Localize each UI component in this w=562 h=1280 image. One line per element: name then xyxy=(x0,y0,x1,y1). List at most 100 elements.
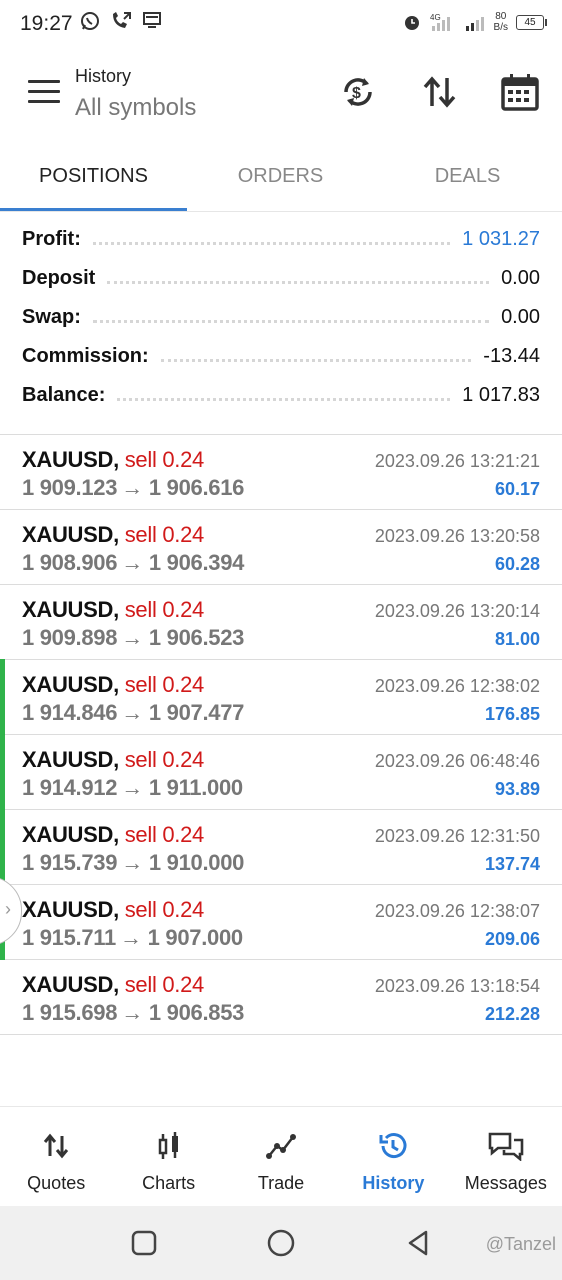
deal-symbol: XAUUSD, sell 0.24 xyxy=(22,597,204,623)
deal-side: sell 0.24 xyxy=(124,747,205,772)
tab-deals[interactable]: DEALS xyxy=(374,150,561,212)
deal-list: XAUUSD, sell 0.24 1 909.123 → 1 906.616 2023… xyxy=(0,435,562,1035)
nav-trade[interactable]: Trade xyxy=(225,1107,337,1207)
deal-profit: 60.17 xyxy=(494,479,540,499)
swap-value: 0.00 xyxy=(501,306,540,328)
symbol-name: XAUUSD, xyxy=(22,897,119,922)
deal-row[interactable]: XAUUSD, sell 0.24 1 909.898 → 1 906.523 2023… xyxy=(0,585,562,660)
commission-label: Commission: xyxy=(22,345,149,367)
nav-messages[interactable]: Messages xyxy=(450,1107,562,1207)
deal-prices: 1 909.123 → 1 906.616 xyxy=(22,475,244,501)
close-price: 1 910.000 xyxy=(148,850,245,875)
deal-profit: 137.74 xyxy=(484,854,540,874)
deal-prices: 1 914.846 → 1 907.477 xyxy=(22,700,244,726)
home-icon[interactable] xyxy=(266,1228,296,1258)
signal-icon: 4G xyxy=(430,13,450,31)
nav-charts[interactable]: Charts xyxy=(112,1107,224,1207)
status-time: 19:27 xyxy=(20,12,73,35)
deal-profit: 212.28 xyxy=(484,1004,540,1024)
open-price: 1 908.906 xyxy=(22,550,118,575)
tab-positions[interactable]: POSITIONS xyxy=(0,150,187,212)
arrow-right-icon: → xyxy=(121,700,143,725)
deal-time: 2023.09.26 12:31:50 xyxy=(374,826,540,846)
open-price: 1 914.912 xyxy=(22,775,118,800)
deal-time: 2023.09.26 12:38:02 xyxy=(374,676,540,696)
open-price: 1 915.711 xyxy=(22,925,116,950)
deal-row[interactable]: XAUUSD, sell 0.24 1 915.698 → 1 906.853 2023… xyxy=(0,960,562,1035)
deal-prices: 1 915.739 → 1 910.000 xyxy=(22,850,244,876)
deal-symbol: XAUUSD, sell 0.24 xyxy=(22,897,204,923)
whatsapp-icon xyxy=(81,12,99,30)
swap-label: Swap: xyxy=(22,306,81,328)
close-price: 1 906.853 xyxy=(148,1000,245,1025)
deal-time: 2023.09.26 12:38:07 xyxy=(374,901,540,921)
deal-symbol: XAUUSD, sell 0.24 xyxy=(22,672,204,698)
deal-prices: 1 914.912 → 1 911.000 xyxy=(22,775,243,801)
net-speed: 80 B/s xyxy=(493,11,508,33)
signal-icon-2 xyxy=(465,17,484,31)
commission-value: -13.44 xyxy=(483,345,540,367)
chevron-right-icon: › xyxy=(5,899,11,919)
sort-icon[interactable] xyxy=(420,72,460,112)
open-price: 1 909.123 xyxy=(22,475,118,500)
quotes-icon xyxy=(44,1133,69,1159)
symbol-name: XAUUSD, xyxy=(22,747,119,772)
svg-text:4G: 4G xyxy=(430,13,441,22)
deal-prices: 1 915.711 → 1 907.000 xyxy=(22,925,243,951)
arrow-right-icon: → xyxy=(121,550,143,575)
deal-side: sell 0.24 xyxy=(124,522,205,547)
arrow-right-icon: → xyxy=(121,1000,143,1025)
close-price: 1 906.523 xyxy=(148,625,245,650)
arrow-right-icon: → xyxy=(119,925,142,950)
calendar-icon[interactable] xyxy=(500,72,540,112)
deal-side: sell 0.24 xyxy=(124,447,205,472)
open-price: 1 915.698 xyxy=(22,1000,118,1025)
profit-value: 1 031.27 xyxy=(462,228,540,250)
deal-side: sell 0.24 xyxy=(124,672,205,697)
deal-row[interactable]: XAUUSD, sell 0.24 1 909.123 → 1 906.616 2023… xyxy=(0,435,562,510)
nav-history[interactable]: History xyxy=(337,1107,449,1207)
symbol-name: XAUUSD, xyxy=(22,522,119,547)
close-price: 1 906.394 xyxy=(148,550,245,575)
deal-time: 2023.09.26 13:20:58 xyxy=(374,526,540,546)
profit-label: Profit: xyxy=(22,228,81,250)
symbol-name: XAUUSD, xyxy=(22,972,119,997)
arrow-right-icon: → xyxy=(121,775,143,800)
summary-profit: Profit: 1 031.27 xyxy=(0,220,562,259)
deal-side: sell 0.24 xyxy=(124,597,205,622)
symbol-filter[interactable]: All symbols xyxy=(75,94,196,122)
deal-profit: 93.89 xyxy=(494,779,540,799)
symbol-name: XAUUSD, xyxy=(22,597,119,622)
system-nav-bar: @Tanzel xyxy=(0,1206,562,1280)
deal-symbol: XAUUSD, sell 0.24 xyxy=(22,522,204,548)
deal-row[interactable]: XAUUSD, sell 0.24 1 908.906 → 1 906.394 2023… xyxy=(0,510,562,585)
deal-time: 2023.09.26 06:48:46 xyxy=(374,751,540,771)
deal-prices: 1 908.906 → 1 906.394 xyxy=(22,550,244,576)
tab-orders[interactable]: ORDERS xyxy=(187,150,374,212)
bottom-nav: Quotes Charts Trade History Messages xyxy=(0,1106,562,1207)
close-price: 1 911.000 xyxy=(148,775,243,800)
close-price: 1 907.000 xyxy=(147,925,243,950)
deal-row[interactable]: XAUUSD, sell 0.24 1 914.912 → 1 911.000 2023… xyxy=(0,735,562,810)
deposit-value: 0.00 xyxy=(501,267,540,289)
deal-row[interactable]: XAUUSD, sell 0.24 1 915.739 → 1 910.000 2023… xyxy=(0,810,562,885)
back-icon[interactable] xyxy=(404,1228,434,1258)
balance-value: 1 017.83 xyxy=(462,384,540,406)
deal-time: 2023.09.26 13:21:21 xyxy=(374,451,540,471)
deal-row[interactable]: XAUUSD, sell 0.24 1 915.711 → 1 907.000 2023… xyxy=(0,885,562,960)
charts-icon xyxy=(158,1132,178,1159)
deal-side: sell 0.24 xyxy=(124,897,205,922)
symbol-name: XAUUSD, xyxy=(22,822,119,847)
sync-currency-icon[interactable]: $ xyxy=(338,72,378,112)
alarm-icon xyxy=(404,16,419,30)
history-icon xyxy=(379,1133,407,1159)
deal-symbol: XAUUSD, sell 0.24 xyxy=(22,447,204,473)
nav-quotes[interactable]: Quotes xyxy=(0,1107,112,1207)
arrow-right-icon: → xyxy=(121,850,143,875)
divider xyxy=(0,211,562,212)
deal-row[interactable]: XAUUSD, sell 0.24 1 914.846 → 1 907.477 2023… xyxy=(0,660,562,735)
recent-apps-icon[interactable] xyxy=(129,1228,159,1258)
menu-button[interactable] xyxy=(28,80,60,106)
symbol-name: XAUUSD, xyxy=(22,672,119,697)
deal-profit: 176.85 xyxy=(484,704,540,724)
